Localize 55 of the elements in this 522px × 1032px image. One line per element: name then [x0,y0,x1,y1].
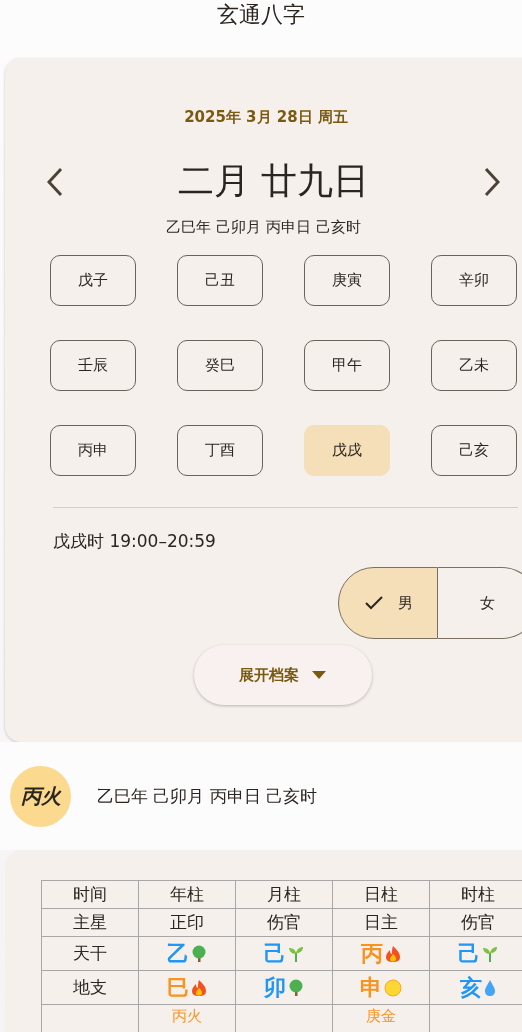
hour-chip[interactable]: 戊子 [50,255,136,306]
hour-chip[interactable]: 戊戌 [304,425,390,476]
hidden-stem: 丙火 [172,1007,202,1025]
hour-chip[interactable]: 癸巳 [177,340,263,391]
day-master-badge: 丙火 [10,765,71,827]
hour-chip[interactable]: 丙申 [50,425,136,476]
ganzhi-text: 乙巳年 己卯月 丙申日 己亥时 [165,218,362,237]
row-label: 天干 [73,943,107,963]
solar-date: 2025年 3月 28日 周五 [183,108,349,127]
flame-icon [191,978,207,997]
table-cell: 伤官 [267,912,301,932]
stem-character: 己 [458,939,480,968]
table-cell: 正印 [170,912,204,932]
hour-chip[interactable]: 己亥 [431,425,517,476]
gender-option[interactable]: 男 [338,567,438,639]
hour-chip[interactable]: 己丑 [177,255,263,306]
row-label: 地支 [73,977,107,997]
caret-icon [311,670,327,680]
droplet-icon [484,978,496,997]
sprout-icon [482,944,498,963]
flame-icon [385,944,401,963]
stem-character: 巳 [167,973,189,1002]
tree-icon [288,978,304,997]
ganzhi-text: 乙巳年 己卯月 丙申日 己亥时 [97,784,318,808]
column-header: 月柱 [235,880,333,909]
column-header: 时柱 [429,880,522,909]
hidden-stem: 庚金 [366,1007,396,1025]
hour-chip[interactable]: 辛卯 [431,255,517,306]
check-icon [363,595,384,611]
hour-chip[interactable]: 丁酉 [177,425,263,476]
circle-icon [384,978,402,997]
app-title: 玄通八字 [217,2,305,28]
next-icon[interactable] [484,166,500,197]
stem-character: 乙 [167,939,189,968]
sprout-icon [288,944,304,963]
expand-button[interactable]: 展开档案 [194,645,372,705]
stem-character: 亥 [460,973,482,1002]
stem-character: 丙 [361,939,383,968]
lunar-date: 二月 廿九日 [177,159,370,203]
column-header: 年柱 [138,880,236,909]
hour-chip[interactable]: 甲午 [304,340,390,391]
hour-chip[interactable]: 乙未 [431,340,517,391]
row-label: 主星 [73,912,107,932]
column-header: 时间 [41,880,139,909]
hour-range: 戊戌时 19:00–20:59 [53,530,217,553]
tree-icon [191,944,207,963]
hour-chip[interactable]: 庚寅 [304,255,390,306]
table-cell: 日主 [364,912,398,932]
previous-icon[interactable] [47,166,63,197]
stem-character: 申 [360,973,382,1002]
column-header: 日柱 [332,880,430,909]
stem-character: 己 [264,939,286,968]
stem-character: 卯 [264,973,286,1002]
hour-chip[interactable]: 壬辰 [50,340,136,391]
table-cell: 伤官 [461,912,495,932]
